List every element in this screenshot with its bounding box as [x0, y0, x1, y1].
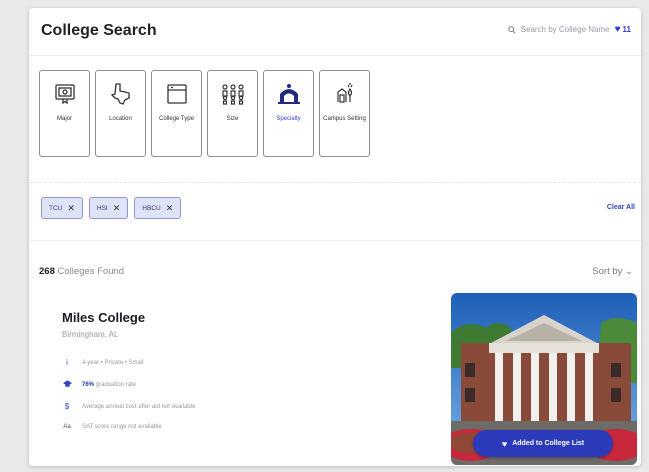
filter-label: Campus Setting	[323, 116, 366, 122]
added-label: Added to College List	[512, 440, 585, 447]
page-title: College Search	[41, 22, 157, 39]
filter-major[interactable]: Major	[39, 70, 90, 157]
chip-label: HSI	[96, 204, 108, 212]
filter-label: Location	[109, 116, 132, 122]
filter-location[interactable]: Location	[95, 70, 146, 157]
info-text: 4-year • Private • Small	[82, 359, 144, 366]
selected-filter-chips: TCU ✕ HSI ✕ HBCU ✕	[41, 197, 182, 219]
filter-label: Size	[226, 116, 239, 122]
chip-label: HBCU	[142, 204, 161, 212]
saved-count: 11	[622, 25, 631, 34]
added-to-list-button[interactable]: ♥ Added to College List	[473, 430, 613, 457]
divider	[29, 240, 641, 241]
filter-size[interactable]: Size	[207, 70, 258, 157]
search-icon	[507, 25, 516, 34]
filter-categories: Major Location College Type Size Special…	[39, 70, 370, 157]
people-group-icon	[220, 81, 246, 107]
sort-label: Sort by	[592, 266, 623, 277]
chip-hbcu[interactable]: HBCU ✕	[134, 197, 182, 219]
results-number: 268	[39, 266, 55, 277]
clear-all-link[interactable]: Clear All	[607, 204, 635, 211]
info-row: $ Average annual cost after aid not avai…	[62, 402, 196, 411]
info-icon: i	[66, 358, 68, 367]
info-text: Average annual cost after aid not availa…	[82, 403, 196, 410]
divider	[29, 182, 641, 183]
heart-icon[interactable]: ♥	[615, 24, 621, 35]
filter-college-type[interactable]: College Type	[151, 70, 202, 157]
sat-icon: Aa	[63, 424, 71, 430]
chip-tcu[interactable]: TCU ✕	[41, 197, 83, 219]
search-input[interactable]: Search by College Name	[521, 25, 610, 34]
filter-label: Major	[56, 116, 72, 122]
college-card[interactable]: Miles College Birmingham, AL i 4-year • …	[39, 290, 637, 466]
college-search-panel: College Search Search by College Name ♥ …	[29, 8, 641, 466]
graduation-cap-icon	[62, 380, 72, 390]
filter-label: Specialty	[276, 116, 301, 122]
chip-hsi[interactable]: HSI ✕	[88, 197, 129, 219]
texas-map-icon	[108, 81, 134, 107]
search-box[interactable]: Search by College Name ♥ 11	[507, 24, 631, 35]
close-icon[interactable]: ✕	[67, 203, 75, 214]
info-row: 76% graduation rate	[62, 380, 136, 390]
close-icon[interactable]: ✕	[113, 203, 121, 214]
info-text: SAT score range not available	[82, 424, 162, 430]
results-count: 268 Colleges Found	[39, 266, 124, 277]
results-suffix: Colleges Found	[57, 266, 125, 277]
info-row: i 4-year • Private • Small	[62, 358, 144, 367]
chip-label: TCU	[49, 204, 63, 212]
header: College Search Search by College Name ♥ …	[29, 8, 641, 56]
close-icon[interactable]: ✕	[166, 203, 174, 214]
graduation-rate: 76%	[82, 382, 95, 388]
filter-campus-setting[interactable]: Campus Setting	[319, 70, 370, 157]
sort-dropdown[interactable]: Sort by ⌄	[592, 266, 633, 277]
filter-specialty[interactable]: Specialty	[263, 70, 314, 157]
college-name[interactable]: Miles College	[62, 310, 145, 325]
filter-label: College Type	[159, 116, 194, 122]
college-location: Birmingham, AL	[62, 330, 119, 339]
info-row: Aa SAT score range not available	[62, 424, 162, 430]
arch-building-icon	[276, 81, 302, 107]
heart-icon: ♥	[501, 438, 508, 449]
diploma-icon	[52, 81, 78, 107]
browser-window-icon	[164, 81, 190, 107]
chevron-down-icon: ⌄	[625, 266, 633, 277]
dollar-icon: $	[64, 402, 70, 411]
campus-trees-icon	[332, 81, 358, 107]
info-text: graduation rate	[95, 382, 137, 388]
